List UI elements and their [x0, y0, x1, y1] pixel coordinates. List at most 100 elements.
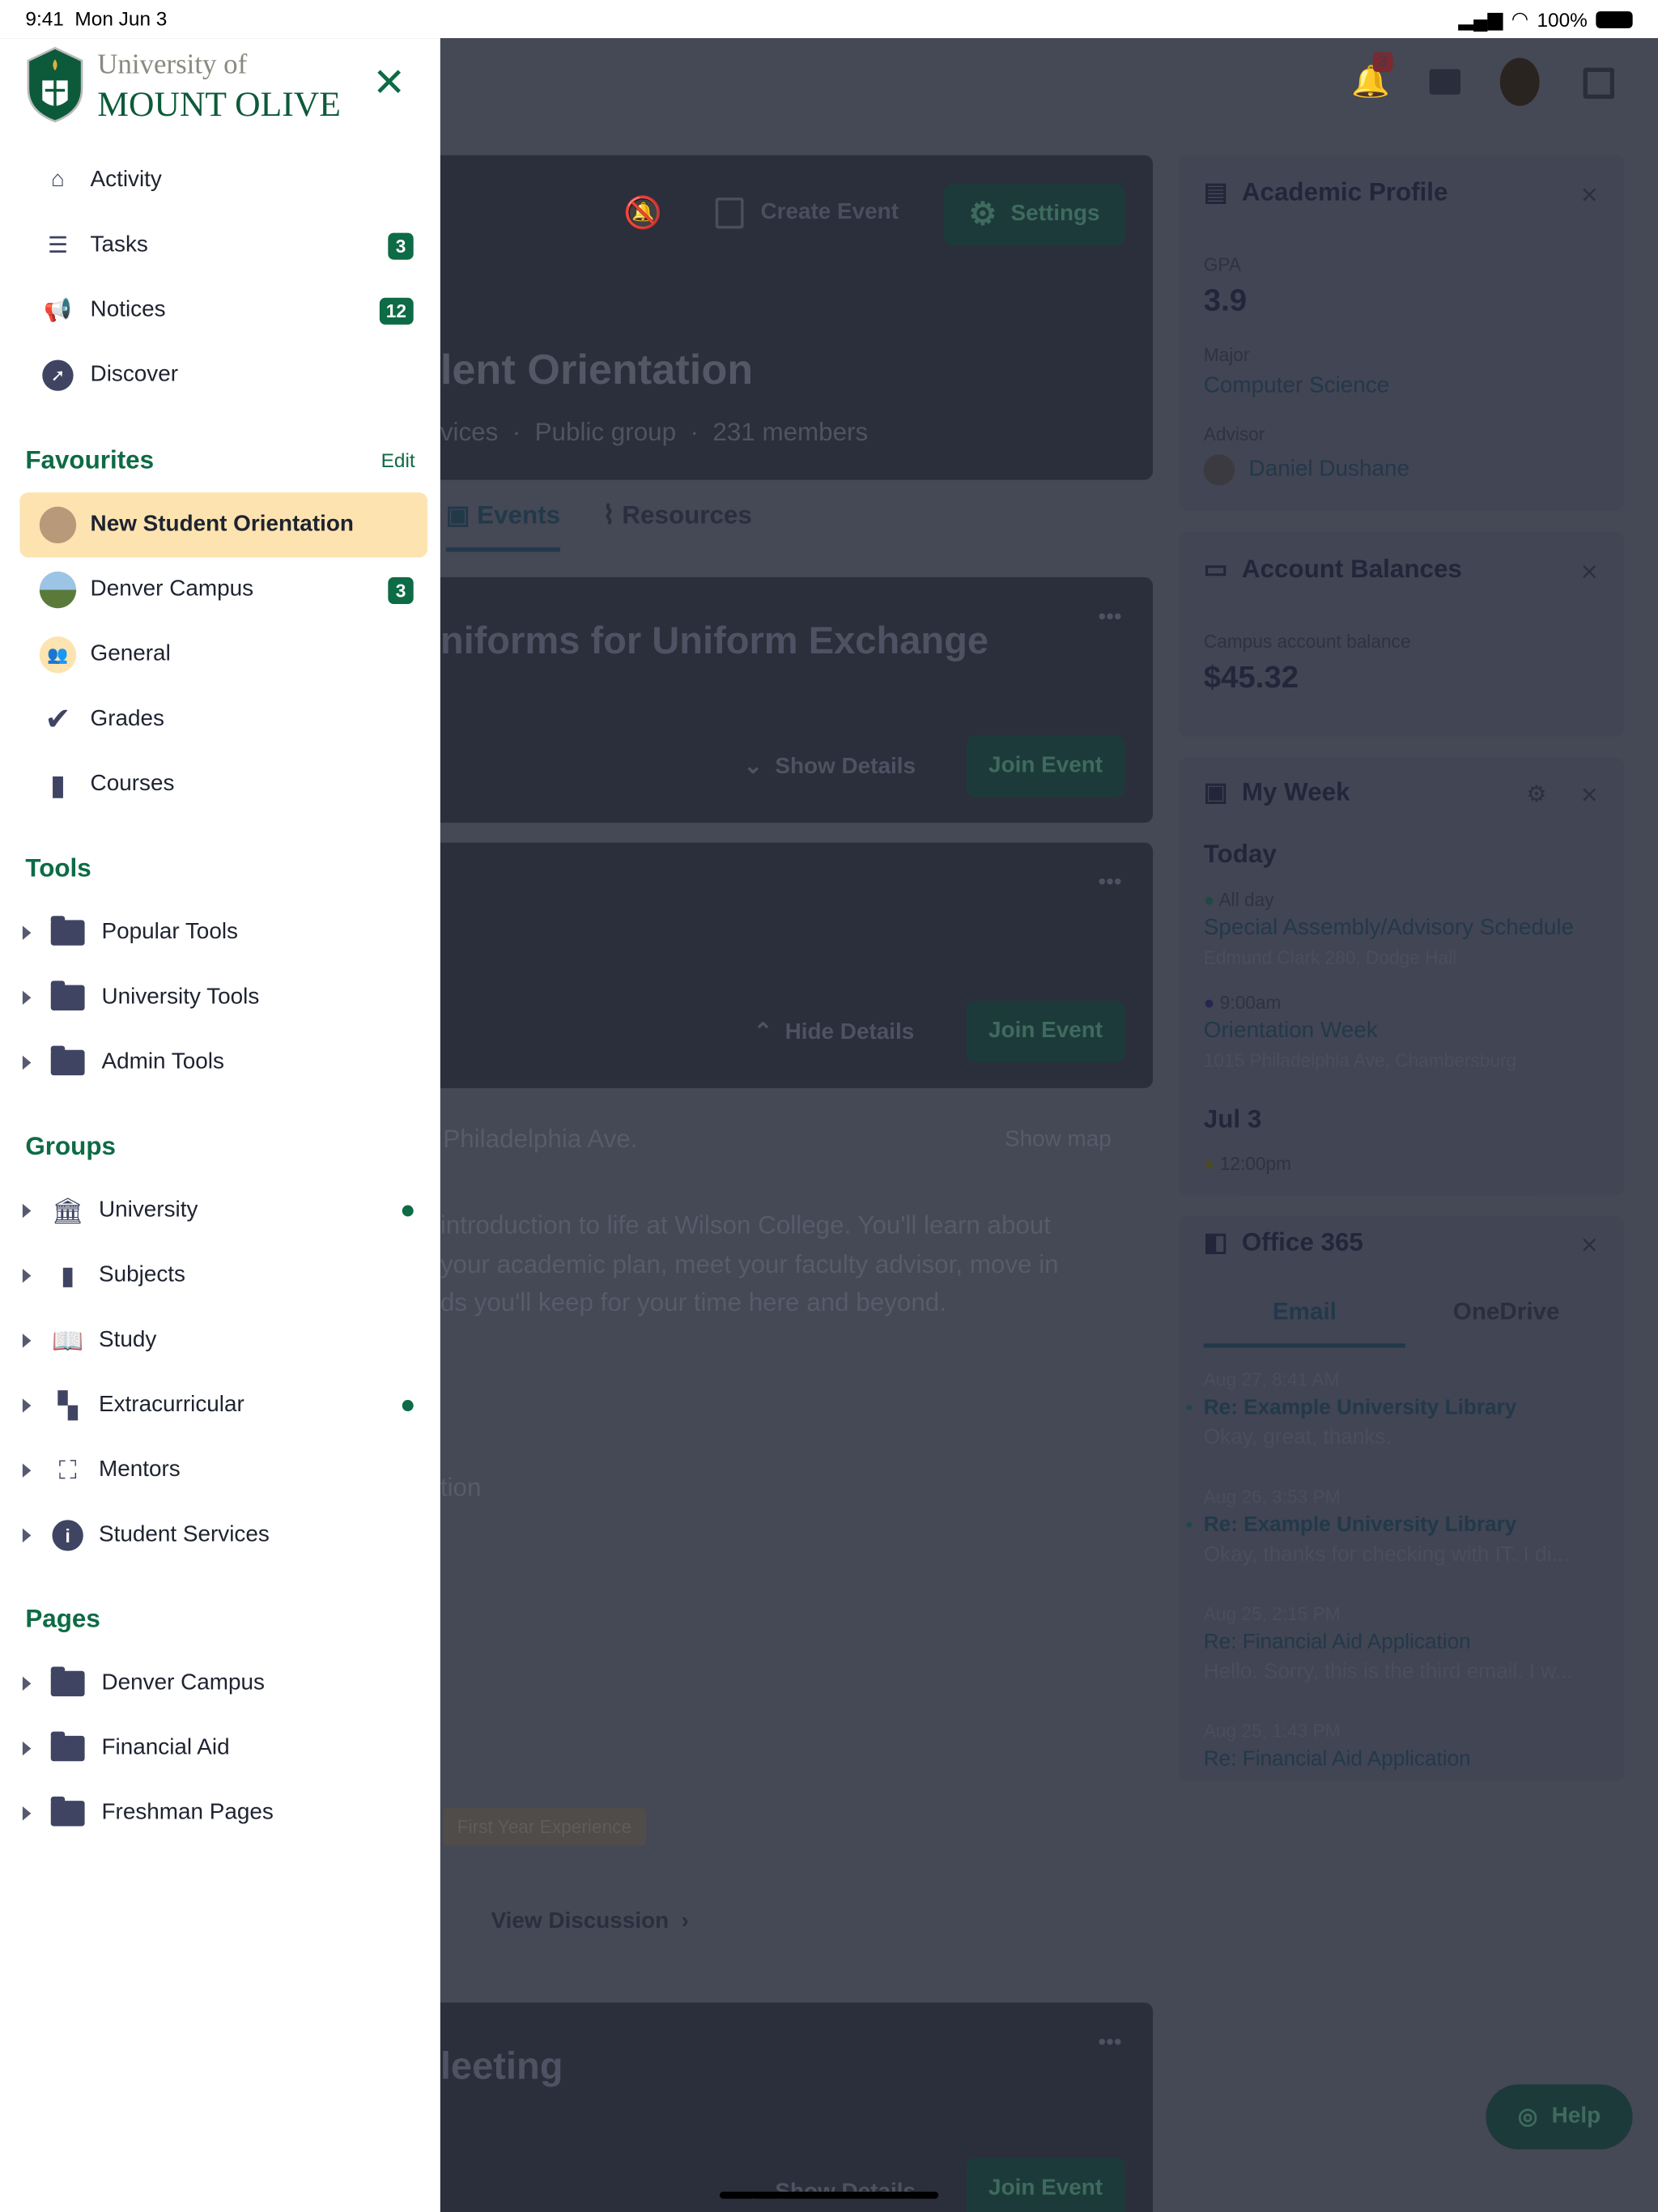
verified-icon: ✔ — [45, 701, 71, 737]
nav-discover[interactable]: ➚ Discover — [19, 343, 427, 408]
expand-icon[interactable] — [22, 1741, 32, 1756]
email-item[interactable]: Aug 27, 8:41 AM ● Re: Example University L… — [1185, 1360, 1599, 1478]
compass-icon: ➚ — [40, 357, 76, 393]
event-card[interactable]: leeting ••• ⌄ Show Details Join Event — [440, 2002, 1154, 2212]
gear-icon[interactable]: ⚙ — [1526, 781, 1546, 809]
show-map-link[interactable]: Show map — [1005, 1128, 1112, 1153]
expand-icon[interactable] — [22, 1398, 32, 1413]
presenter-icon: ⛶ — [58, 1455, 77, 1484]
major-label: Major — [1203, 344, 1250, 366]
tool-university-tools[interactable]: University Tools — [19, 965, 427, 1030]
nav-activity[interactable]: ⌂ Activity — [19, 148, 427, 213]
expand-icon[interactable] — [22, 925, 32, 940]
favourite-grades[interactable]: ✔ Grades — [19, 687, 427, 752]
my-week-panel: ▣ My Week ⚙ ⨯ Today ● All day Special Ass… — [1178, 757, 1625, 1196]
event-time: ● 12:00pm — [1203, 1153, 1291, 1175]
collapse-icon[interactable]: ⨯ — [1579, 557, 1598, 585]
page-denver-campus[interactable]: Denver Campus — [19, 1651, 427, 1716]
group-student-services[interactable]: i Student Services — [19, 1503, 427, 1568]
group-university[interactable]: 🏛 University — [19, 1178, 427, 1243]
panel-title: ▭ Account Balances — [1203, 554, 1462, 583]
event-card[interactable]: niforms for Uniform Exchange ••• ⌄ Show … — [440, 576, 1154, 823]
more-icon[interactable]: ••• — [1098, 2031, 1121, 2056]
group-study[interactable]: 📖 Study — [19, 1308, 427, 1373]
expand-icon[interactable] — [22, 990, 32, 1006]
tool-popular-tools[interactable]: Popular Tools — [19, 900, 427, 965]
advisor[interactable]: Daniel Dushane — [1203, 454, 1409, 486]
week-event[interactable]: Special Assembly/Advisory Schedule — [1204, 916, 1574, 941]
nav-tasks[interactable]: ☰ Tasks 3 — [19, 213, 427, 278]
collapse-icon[interactable]: ⨯ — [1579, 1231, 1598, 1259]
expand-icon[interactable] — [22, 1203, 32, 1219]
more-icon[interactable]: ••• — [1098, 606, 1121, 631]
tab-events[interactable]: ▣ Events — [445, 501, 561, 552]
collapse-icon[interactable]: ⨯ — [1579, 781, 1598, 809]
join-event-button[interactable]: Join Event — [966, 1000, 1125, 1063]
favourite-new-student-orientation[interactable]: New Student Orientation — [19, 492, 428, 558]
tab-resources[interactable]: ⌇ Resources — [602, 501, 752, 552]
group-extracurricular[interactable]: ▚ Extracurricular — [19, 1373, 427, 1438]
open-book-icon: 📖 — [52, 1325, 84, 1355]
email-item[interactable]: Aug 25, 1:43 PM Re: Financial Aid Applica… — [1204, 1712, 1599, 1780]
page-financial-aid[interactable]: Financial Aid — [19, 1716, 427, 1780]
page-freshman-pages[interactable]: Freshman Pages — [19, 1781, 427, 1846]
money-icon: ▭ — [1203, 554, 1228, 583]
chat-icon[interactable] — [1429, 69, 1461, 95]
expand-icon[interactable] — [22, 1055, 32, 1070]
tasks-badge: 3 — [388, 232, 414, 259]
create-event-button[interactable]: Create Event — [715, 198, 899, 229]
tab-email[interactable]: Email — [1203, 1299, 1406, 1348]
favourite-denver-campus[interactable]: Denver Campus 3 — [19, 557, 427, 622]
event-card[interactable]: ••• ⌃ Hide Details Join Event — [440, 842, 1154, 1088]
settings-button[interactable]: ⚙ Settings — [944, 183, 1125, 246]
email-item[interactable]: Aug 26, 3:53 PM ● Re: Example University L… — [1185, 1478, 1599, 1595]
panel-title: ▣ My Week — [1203, 777, 1350, 806]
email-item[interactable]: Aug 25, 2:15 PM Re: Financial Aid Applica… — [1204, 1595, 1599, 1712]
mute-icon[interactable]: 🔕 — [623, 195, 662, 232]
status-time: 9:41 Mon Jun 3 — [25, 6, 168, 30]
home-indicator — [719, 2191, 939, 2199]
collapse-icon[interactable]: ⨯ — [1579, 181, 1598, 209]
user-avatar[interactable] — [1499, 57, 1540, 106]
hide-details-button[interactable]: ⌃ Hide Details — [754, 1018, 915, 1046]
people-icon: 👥 — [39, 636, 77, 674]
join-event-button[interactable]: Join Event — [966, 2158, 1125, 2212]
tab-onedrive[interactable]: OneDrive — [1405, 1299, 1607, 1327]
group-mentors[interactable]: ⛶ Mentors — [19, 1438, 427, 1503]
panel-title: ◧ Office 365 — [1203, 1227, 1363, 1257]
view-discussion-button[interactable]: View Discussion › — [491, 1909, 689, 1934]
event-description: introduction to life at Wilson College. … — [440, 1210, 1059, 1317]
expand-icon[interactable] — [22, 1676, 32, 1691]
group-subjects[interactable]: ▮ Subjects — [19, 1244, 427, 1308]
group-title: lent Orientation — [440, 347, 754, 394]
favourites-heading: Favourites — [25, 445, 155, 474]
expand-icon[interactable] — [22, 1806, 32, 1821]
folder-icon — [50, 1796, 85, 1827]
expand-icon[interactable] — [22, 1334, 32, 1348]
favourite-courses[interactable]: ▮ Courses — [19, 752, 427, 817]
tool-admin-tools[interactable]: Admin Tools — [19, 1030, 427, 1095]
event-address: Philadelphia Ave. — [443, 1125, 638, 1154]
event-title: niforms for Uniform Exchange — [440, 619, 989, 662]
expand-icon[interactable] — [22, 1268, 32, 1283]
join-event-button[interactable]: Join Event — [966, 735, 1125, 798]
nav-notices[interactable]: 📢 Notices 12 — [19, 278, 427, 342]
day-heading: Today — [1203, 840, 1277, 868]
group-header: 🔕 Create Event ⚙ Settings lent Orientatio… — [440, 155, 1154, 480]
panel-toggle-icon[interactable] — [1583, 67, 1614, 100]
group-avatar — [39, 506, 77, 544]
week-event[interactable]: Orientation Week — [1204, 1019, 1378, 1044]
balance-value: $45.32 — [1203, 658, 1299, 695]
favourite-general[interactable]: 👥 General — [19, 623, 427, 687]
event-location: 1015 Philadelphia Ave, Chambersburg — [1203, 1049, 1517, 1071]
groups-heading: Groups — [25, 1131, 116, 1160]
folder-icon — [50, 1666, 85, 1697]
show-details-button[interactable]: ⌄ Show Details — [744, 752, 916, 781]
expand-icon[interactable] — [22, 1463, 32, 1478]
expand-icon[interactable] — [22, 1528, 32, 1543]
edit-favourites-button[interactable]: Edit — [381, 449, 415, 471]
close-icon[interactable]: ✕ — [372, 63, 406, 103]
more-icon[interactable]: ••• — [1098, 870, 1121, 895]
info-icon: i — [51, 1520, 85, 1551]
help-button[interactable]: ◎ Help — [1486, 2084, 1633, 2150]
